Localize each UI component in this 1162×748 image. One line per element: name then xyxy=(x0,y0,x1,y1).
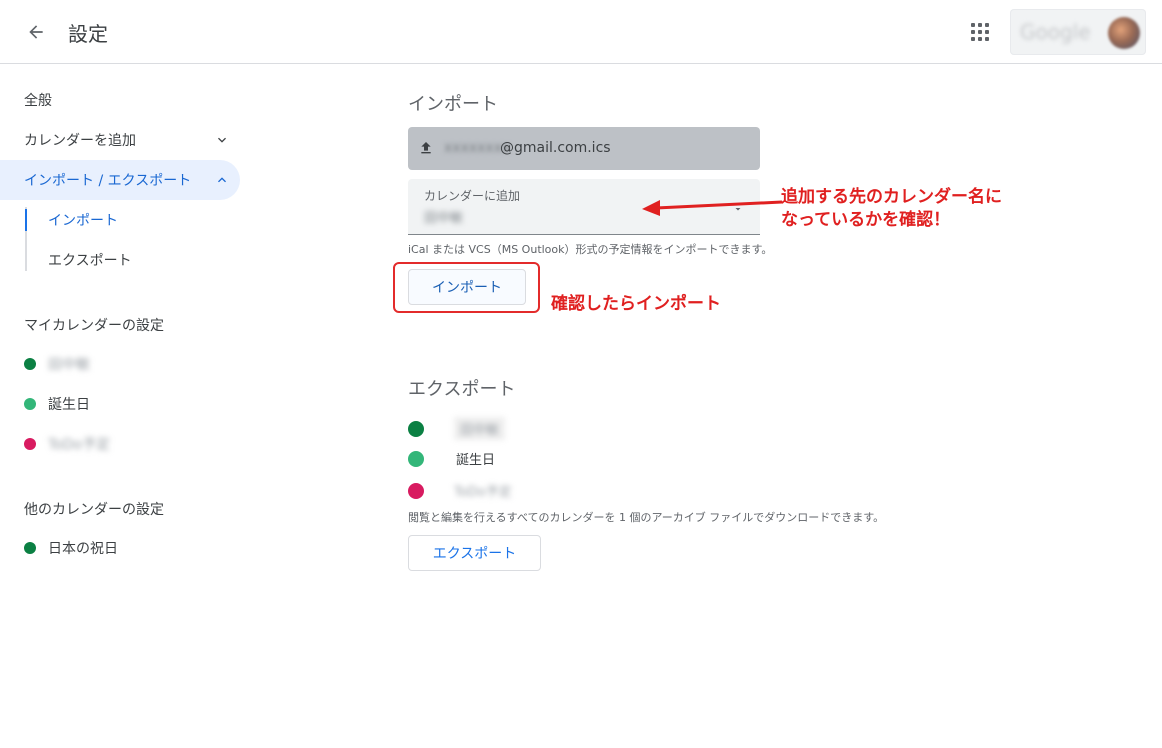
calendar-label: 誕生日 xyxy=(48,397,90,413)
calendar-label: 田中敏 xyxy=(454,417,506,440)
my-calendars-heading: マイカレンダーの設定 xyxy=(24,318,164,334)
file-picker[interactable]: xxxxxxxx @gmail.com.ics xyxy=(408,127,760,170)
sidebar-item-add-calendar[interactable]: カレンダーを追加 xyxy=(0,120,240,160)
chevron-up-icon xyxy=(218,177,226,183)
arrow-back-icon xyxy=(29,25,43,39)
sidebar-item-label: カレンダーを追加 xyxy=(24,133,136,149)
sidebar-calendar-item[interactable]: 田中敏 xyxy=(24,352,90,376)
sidebar-calendar-item[interactable]: 誕生日 xyxy=(24,392,90,416)
page-title: 設定 xyxy=(68,22,108,46)
calendar-label: 田中敏 xyxy=(48,357,90,373)
select-label: カレンダーに追加 xyxy=(424,189,521,203)
upload-icon xyxy=(421,142,431,154)
calendar-label: ToDo予定 xyxy=(454,485,512,500)
calendar-color-dot xyxy=(408,420,424,437)
calendar-label: 日本の祝日 xyxy=(48,541,118,557)
google-logo-text: Google xyxy=(1020,20,1091,44)
other-calendars-heading: 他のカレンダーの設定 xyxy=(24,502,164,518)
annotation-note-line1: 追加する先のカレンダー名に xyxy=(781,187,1002,207)
export-calendar-item: 誕生日 xyxy=(408,449,495,468)
calendar-label: 誕生日 xyxy=(456,453,496,468)
calendar-color-dot xyxy=(24,358,36,370)
subnav-active-indicator xyxy=(25,209,27,231)
sidebar-calendar-item[interactable]: ToDo予定 xyxy=(24,432,110,456)
export-section-title: エクスポート xyxy=(408,379,516,400)
sidebar-item-import-export[interactable]: インポート / エクスポート xyxy=(0,160,240,200)
calendar-color-dot xyxy=(24,438,36,450)
sidebar-calendar-item[interactable]: 日本の祝日 xyxy=(24,536,118,560)
annotation-arrow-icon xyxy=(642,200,783,216)
select-value: 田中敏 xyxy=(424,211,464,226)
export-button[interactable]: エクスポート xyxy=(408,535,541,571)
apps-button[interactable] xyxy=(962,14,998,50)
import-button[interactable]: インポート xyxy=(408,269,526,305)
annotation-button-note: 確認したらインポート xyxy=(551,294,721,314)
chevron-down-icon xyxy=(218,137,226,143)
calendar-label: ToDo予定 xyxy=(48,437,111,453)
apps-grid-icon xyxy=(971,23,989,41)
calendar-color-dot xyxy=(408,482,424,499)
avatar[interactable] xyxy=(1108,17,1140,49)
account-area[interactable]: Google xyxy=(1010,9,1146,55)
sidebar-item-label: インポート / エクスポート xyxy=(24,173,192,189)
export-calendar-item: 田中敏 xyxy=(408,417,506,440)
export-calendar-item: ToDo予定 xyxy=(408,481,512,500)
file-name: @gmail.com.ics xyxy=(500,140,611,156)
import-hint: iCal または VCS（MS Outlook）形式の予定情報をインポートできま… xyxy=(408,243,773,256)
sidebar-item-label: 全般 xyxy=(24,93,52,109)
calendar-color-dot xyxy=(408,450,424,467)
calendar-color-dot xyxy=(24,398,36,410)
import-section-title: インポート xyxy=(408,94,498,115)
sidebar-subitem-export[interactable]: エクスポート xyxy=(48,250,132,270)
back-button[interactable] xyxy=(18,14,54,50)
annotation-note-line2: なっているかを確認！ xyxy=(781,210,951,230)
calendar-color-dot xyxy=(24,542,36,554)
sidebar-item-general[interactable]: 全般 xyxy=(0,80,240,120)
export-hint: 閲覧と編集を行えるすべてのカレンダーを 1 個のアーカイブ ファイルでダウンロー… xyxy=(408,511,885,524)
sidebar-subitem-import[interactable]: インポート xyxy=(48,210,118,230)
